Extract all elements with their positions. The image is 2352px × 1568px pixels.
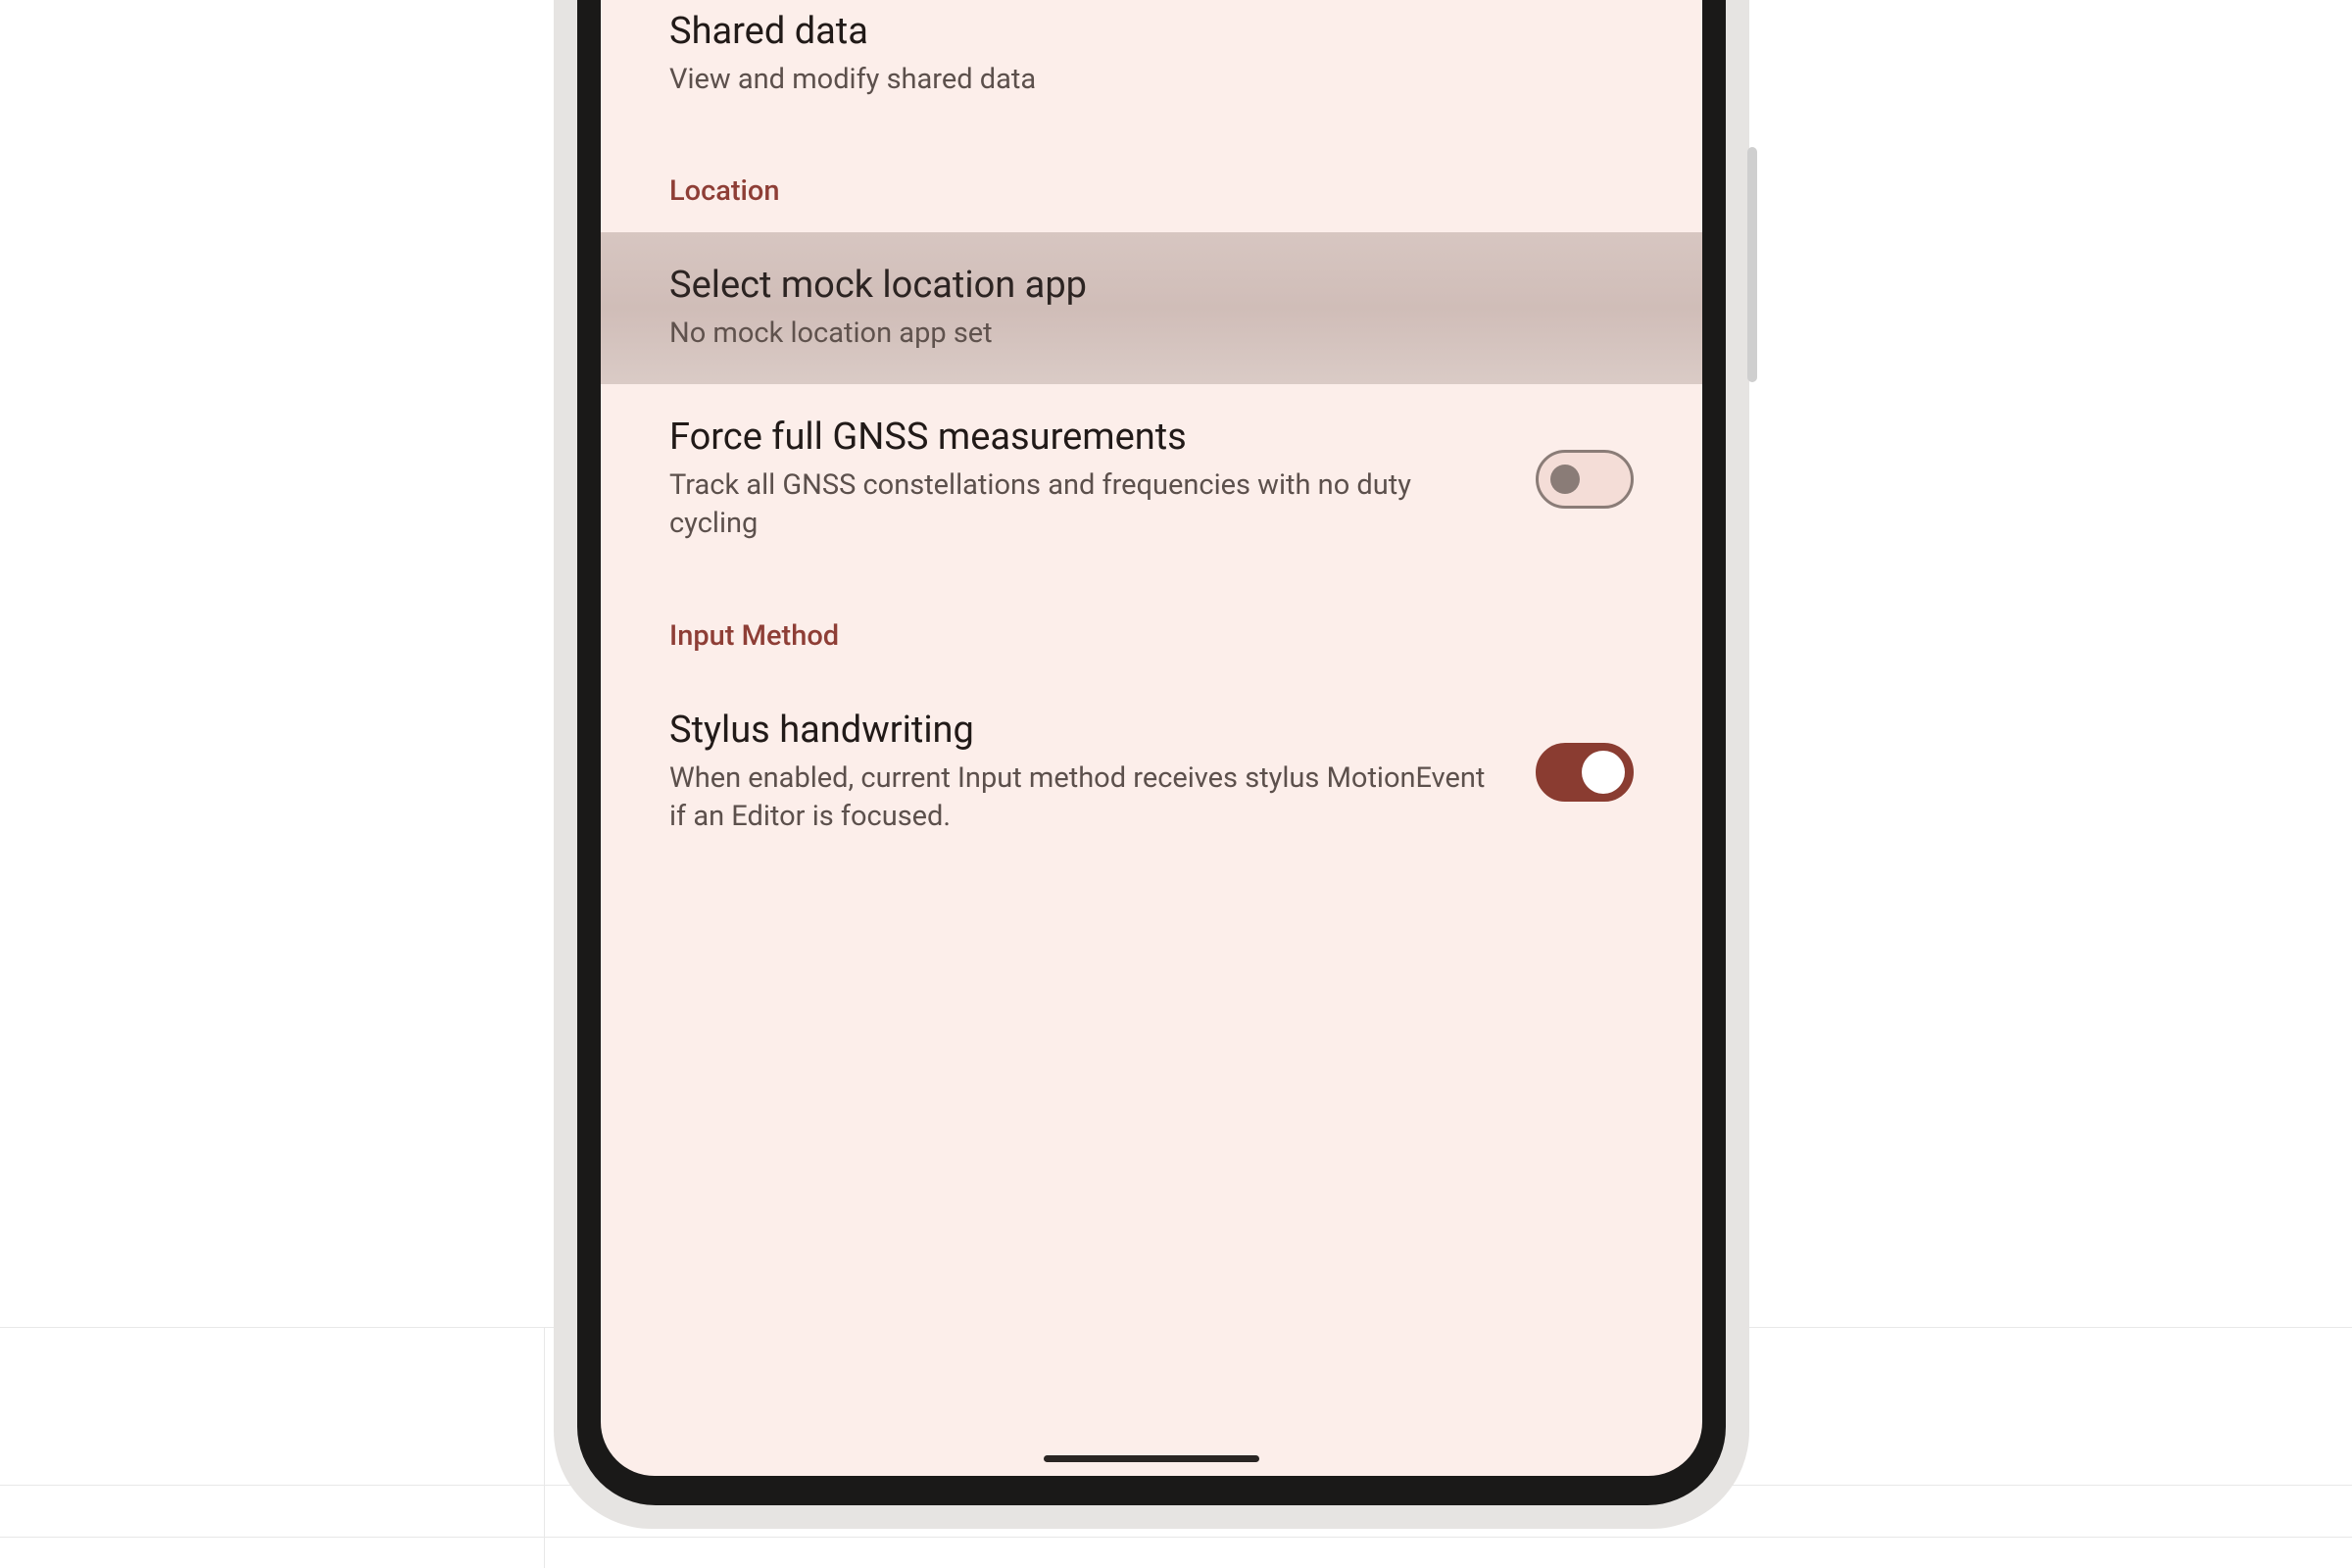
item-texts: Shared data View and modify shared data	[669, 10, 1634, 99]
section-header-location: Location	[601, 130, 1702, 232]
navigation-handle[interactable]	[1044, 1455, 1259, 1462]
item-texts: Select mock location app No mock locatio…	[669, 264, 1634, 353]
settings-screen: Storage Shared data View and modify shar…	[601, 0, 1702, 1476]
item-title: Force full GNSS measurements	[669, 416, 1496, 459]
item-subtitle: When enabled, current Input method recei…	[669, 760, 1496, 836]
item-force-full-gnss[interactable]: Force full GNSS measurements Track all G…	[601, 384, 1702, 574]
item-subtitle: No mock location app set	[669, 315, 1634, 353]
layout-guide	[0, 1537, 2352, 1538]
layout-guide	[544, 1327, 545, 1568]
toggle-knob	[1550, 465, 1580, 494]
toggle-stylus-handwriting[interactable]	[1536, 743, 1634, 802]
phone-frame: Storage Shared data View and modify shar…	[554, 0, 1749, 1529]
item-title: Shared data	[669, 10, 1634, 53]
item-stylus-handwriting[interactable]: Stylus handwriting When enabled, current…	[601, 677, 1702, 867]
item-subtitle: View and modify shared data	[669, 61, 1634, 99]
item-texts: Stylus handwriting When enabled, current…	[669, 709, 1496, 836]
item-subtitle: Track all GNSS constellations and freque…	[669, 466, 1496, 543]
item-title: Select mock location app	[669, 264, 1634, 307]
phone-bezel: Storage Shared data View and modify shar…	[577, 0, 1726, 1505]
section-header-input-method: Input Method	[601, 575, 1702, 677]
toggle-gnss[interactable]	[1536, 450, 1634, 509]
item-shared-data[interactable]: Shared data View and modify shared data	[601, 0, 1702, 130]
toggle-knob	[1582, 751, 1625, 794]
item-title: Stylus handwriting	[669, 709, 1496, 752]
item-mock-location-app[interactable]: Select mock location app No mock locatio…	[601, 232, 1702, 384]
phone-side-button	[1747, 147, 1757, 382]
item-texts: Force full GNSS measurements Track all G…	[669, 416, 1496, 543]
